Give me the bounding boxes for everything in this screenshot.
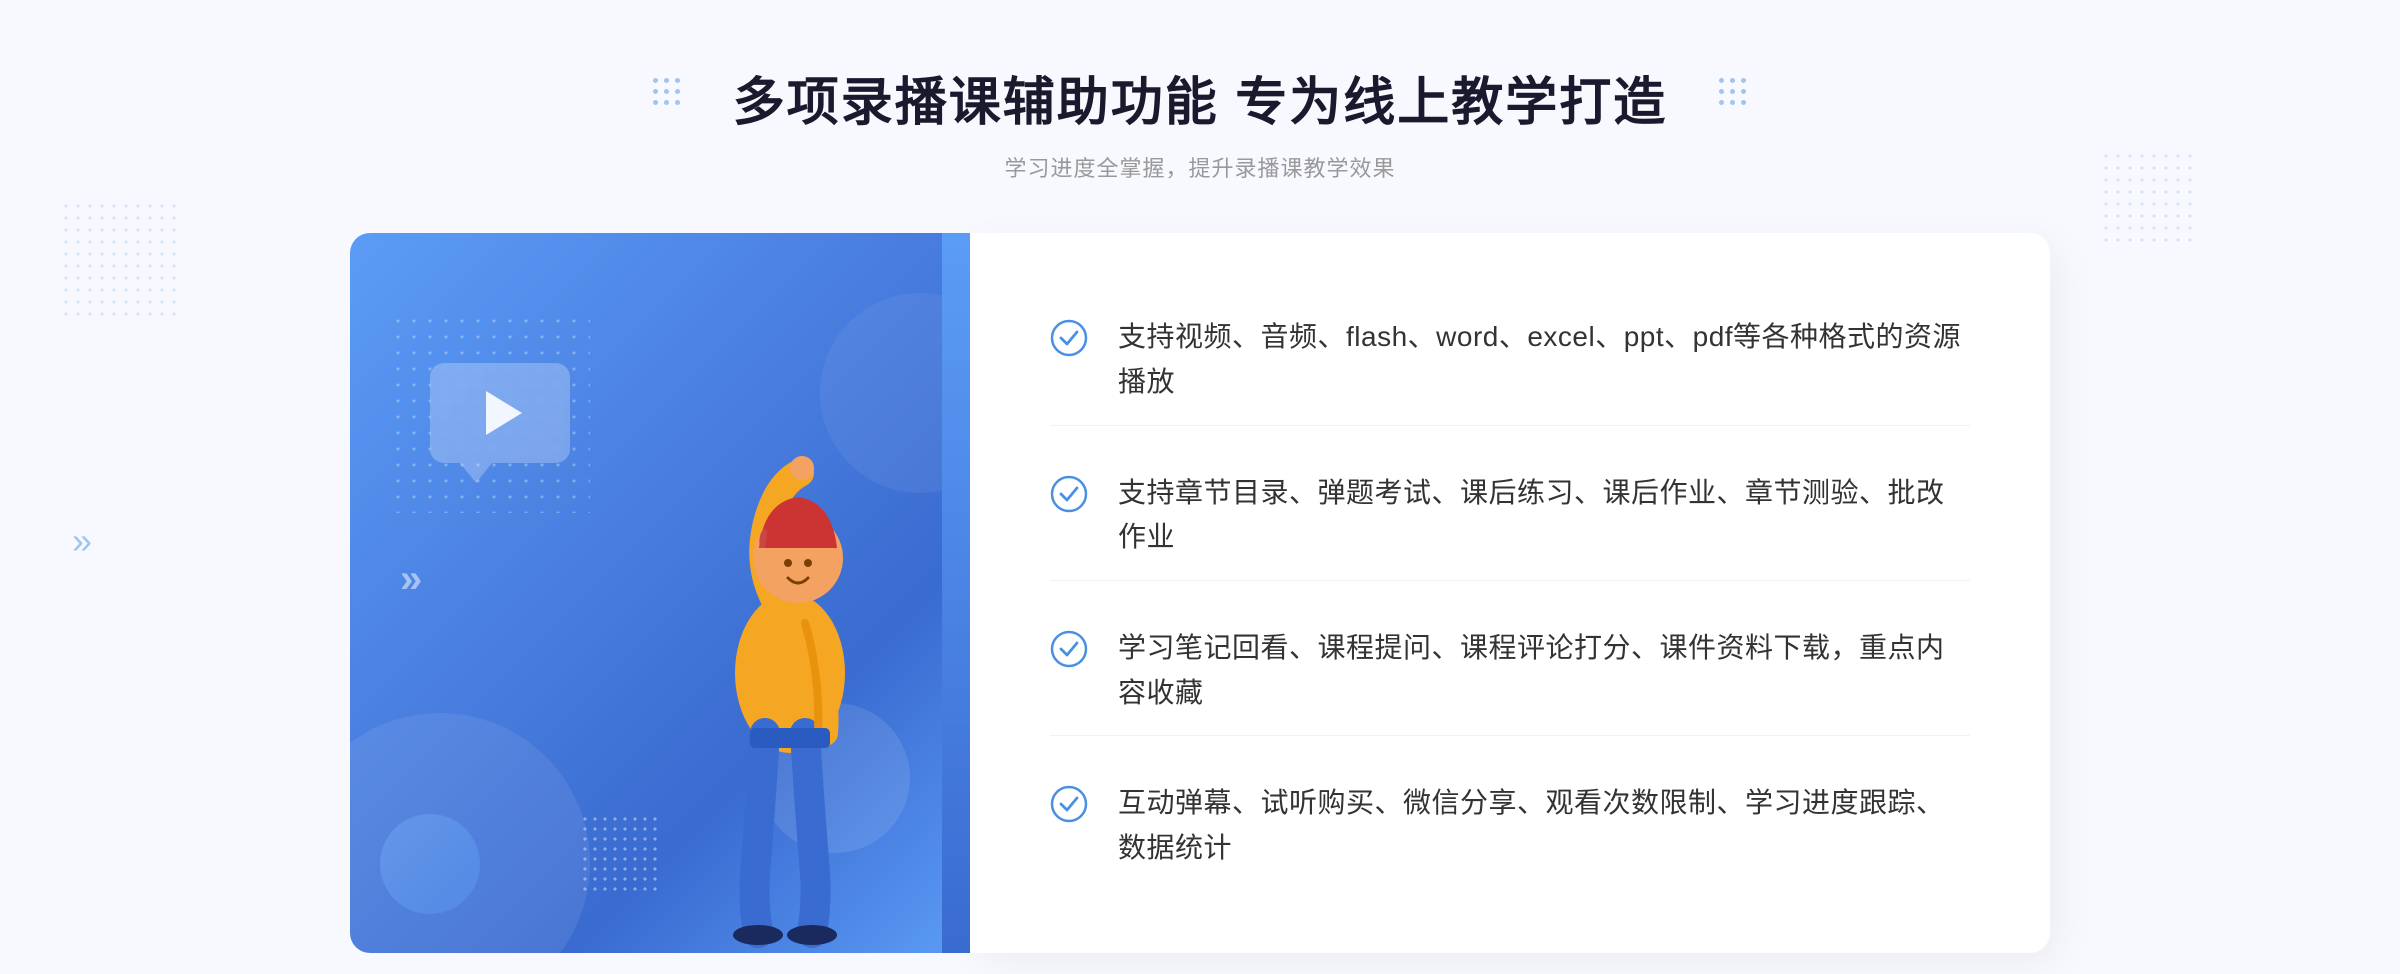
features-panel: 支持视频、音频、flash、word、excel、ppt、pdf等各种格式的资源… — [970, 233, 2050, 953]
chevron-left-decoration: » — [72, 520, 92, 562]
person-figure — [650, 373, 930, 953]
feature-item-4: 互动弹幕、试听购买、微信分享、观看次数限制、学习进度跟踪、数据统计 — [1050, 761, 1970, 891]
feature-item-1: 支持视频、音频、flash、word、excel、ppt、pdf等各种格式的资源… — [1050, 295, 1970, 426]
check-icon-4 — [1050, 785, 1088, 823]
header-dots-left — [653, 78, 681, 106]
dots-decoration-left — [60, 200, 180, 320]
deco-circle-blue — [380, 814, 480, 914]
play-bubble — [430, 363, 590, 493]
header-section: 多项录播课辅助功能 专为线上教学打造 学习进度全掌握，提升录播课教学效果 — [733, 0, 1667, 183]
chevron-decoration: » — [400, 557, 422, 602]
feature-text-4: 互动弹幕、试听购买、微信分享、观看次数限制、学习进度跟踪、数据统计 — [1118, 781, 1970, 871]
feature-text-1: 支持视频、音频、flash、word、excel、ppt、pdf等各种格式的资源… — [1118, 315, 1970, 405]
feature-text-2: 支持章节目录、弹题考试、课后练习、课后作业、章节测验、批改作业 — [1118, 471, 1970, 561]
page-container: 多项录播课辅助功能 专为线上教学打造 学习进度全掌握，提升录播课教学效果 — [0, 0, 2400, 974]
dots-bottom-left — [580, 814, 660, 894]
play-icon — [486, 391, 522, 435]
page-title: 多项录播课辅助功能 专为线上教学打造 — [733, 60, 1667, 135]
bubble-tail — [460, 463, 492, 483]
play-button-bubble — [430, 363, 570, 463]
page-subtitle: 学习进度全掌握，提升录播课教学效果 — [733, 151, 1667, 183]
feature-text-3: 学习笔记回看、课程提问、课程评论打分、课件资料下载，重点内容收藏 — [1118, 626, 1970, 716]
header-dots-right — [1719, 78, 1747, 106]
dots-decoration-right — [2100, 150, 2200, 250]
blue-strip — [942, 233, 970, 953]
feature-item-3: 学习笔记回看、课程提问、课程评论打分、课件资料下载，重点内容收藏 — [1050, 606, 1970, 737]
feature-item-2: 支持章节目录、弹题考试、课后练习、课后作业、章节测验、批改作业 — [1050, 451, 1970, 582]
check-icon-1 — [1050, 319, 1088, 357]
check-icon-2 — [1050, 475, 1088, 513]
check-icon-3 — [1050, 630, 1088, 668]
